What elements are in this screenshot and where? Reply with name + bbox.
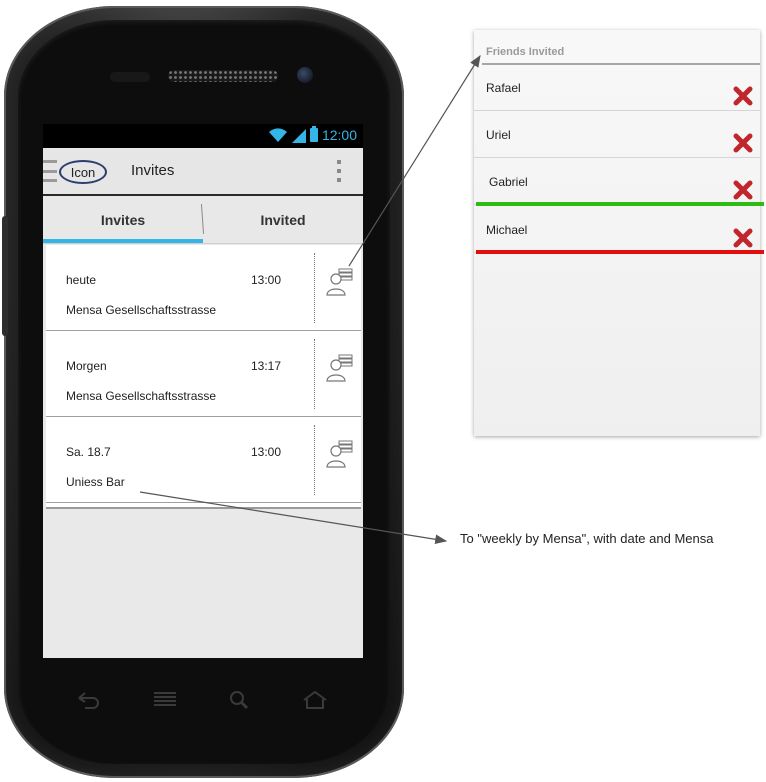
accepted-indicator [476,202,764,206]
volume-button [2,216,8,336]
remove-icon[interactable] [732,132,754,154]
search-icon[interactable] [225,690,253,710]
status-bar: 12:00 [43,124,363,148]
menu-icon[interactable] [151,690,179,710]
tab-invites[interactable]: Invites [43,196,203,243]
invite-date: Sa. 18.7 [66,445,111,459]
friend-row-michael: Michael [474,207,764,254]
invite-date: Morgen [66,359,107,373]
overflow-menu-icon[interactable] [337,160,341,182]
friend-row-gabriel: Gabriel [474,159,764,206]
friend-row-uriel: Uriel [474,112,760,158]
annotation-text: To "weekly by Mensa", with date and Mens… [460,531,714,546]
invite-list: heute 13:00 Mensa Gesellschaftsstrasse M… [46,245,361,509]
proximity-sensor [110,72,150,82]
front-camera [297,67,313,83]
remove-icon[interactable] [732,179,754,201]
friend-name: Gabriel [489,175,528,189]
friend-row-rafael: Rafael [474,65,760,111]
declined-indicator [476,250,764,254]
invite-place: Mensa Gesellschaftsstrasse [66,303,217,317]
friends-invited-panel: Friends Invited Rafael Uriel Gabriel Mic… [474,30,764,436]
invite-place: Uniess Bar [66,475,125,489]
panel-title: Friends Invited [486,46,565,58]
tab-bar: Invites Invited [43,196,363,244]
home-icon[interactable] [301,690,329,710]
invite-friends-icon[interactable] [325,267,355,297]
app-icon[interactable]: Icon [59,160,107,184]
invite-time: 13:00 [251,273,282,287]
invite-time: 13:00 [251,445,282,459]
signal-icon [291,129,306,143]
invite-friends-icon[interactable] [325,439,355,469]
friend-name: Michael [486,223,528,237]
item-divider [314,253,315,323]
invite-time: 13:17 [251,359,282,373]
list-item[interactable]: Sa. 18.7 13:00 Uniess Bar [46,417,361,503]
drawer-menu-icon[interactable] [43,160,57,182]
friend-name: Uriel [486,128,511,142]
status-time: 12:00 [321,127,357,143]
wifi-icon [268,128,287,142]
earpiece-speaker [168,70,278,82]
action-bar: Icon Invites [43,148,363,196]
tab-invited[interactable]: Invited [203,196,363,243]
list-item[interactable]: heute 13:00 Mensa Gesellschaftsstrasse [46,245,361,331]
app-screen: 12:00 Icon Invites Invites Invited heute… [43,124,363,658]
invite-date: heute [66,273,97,287]
battery-icon [309,126,318,142]
remove-icon[interactable] [732,227,754,249]
remove-icon[interactable] [732,85,754,107]
navigation-bar [43,680,363,720]
item-divider [314,425,315,495]
list-item[interactable]: Morgen 13:17 Mensa Gesellschaftsstrasse [46,331,361,417]
friend-name: Rafael [486,81,521,95]
invite-friends-icon[interactable] [325,353,355,383]
invite-place: Mensa Gesellschaftsstrasse [66,389,217,403]
page-title: Invites [131,162,175,179]
list-end-divider [46,503,361,509]
item-divider [314,339,315,409]
back-icon[interactable] [73,690,101,710]
